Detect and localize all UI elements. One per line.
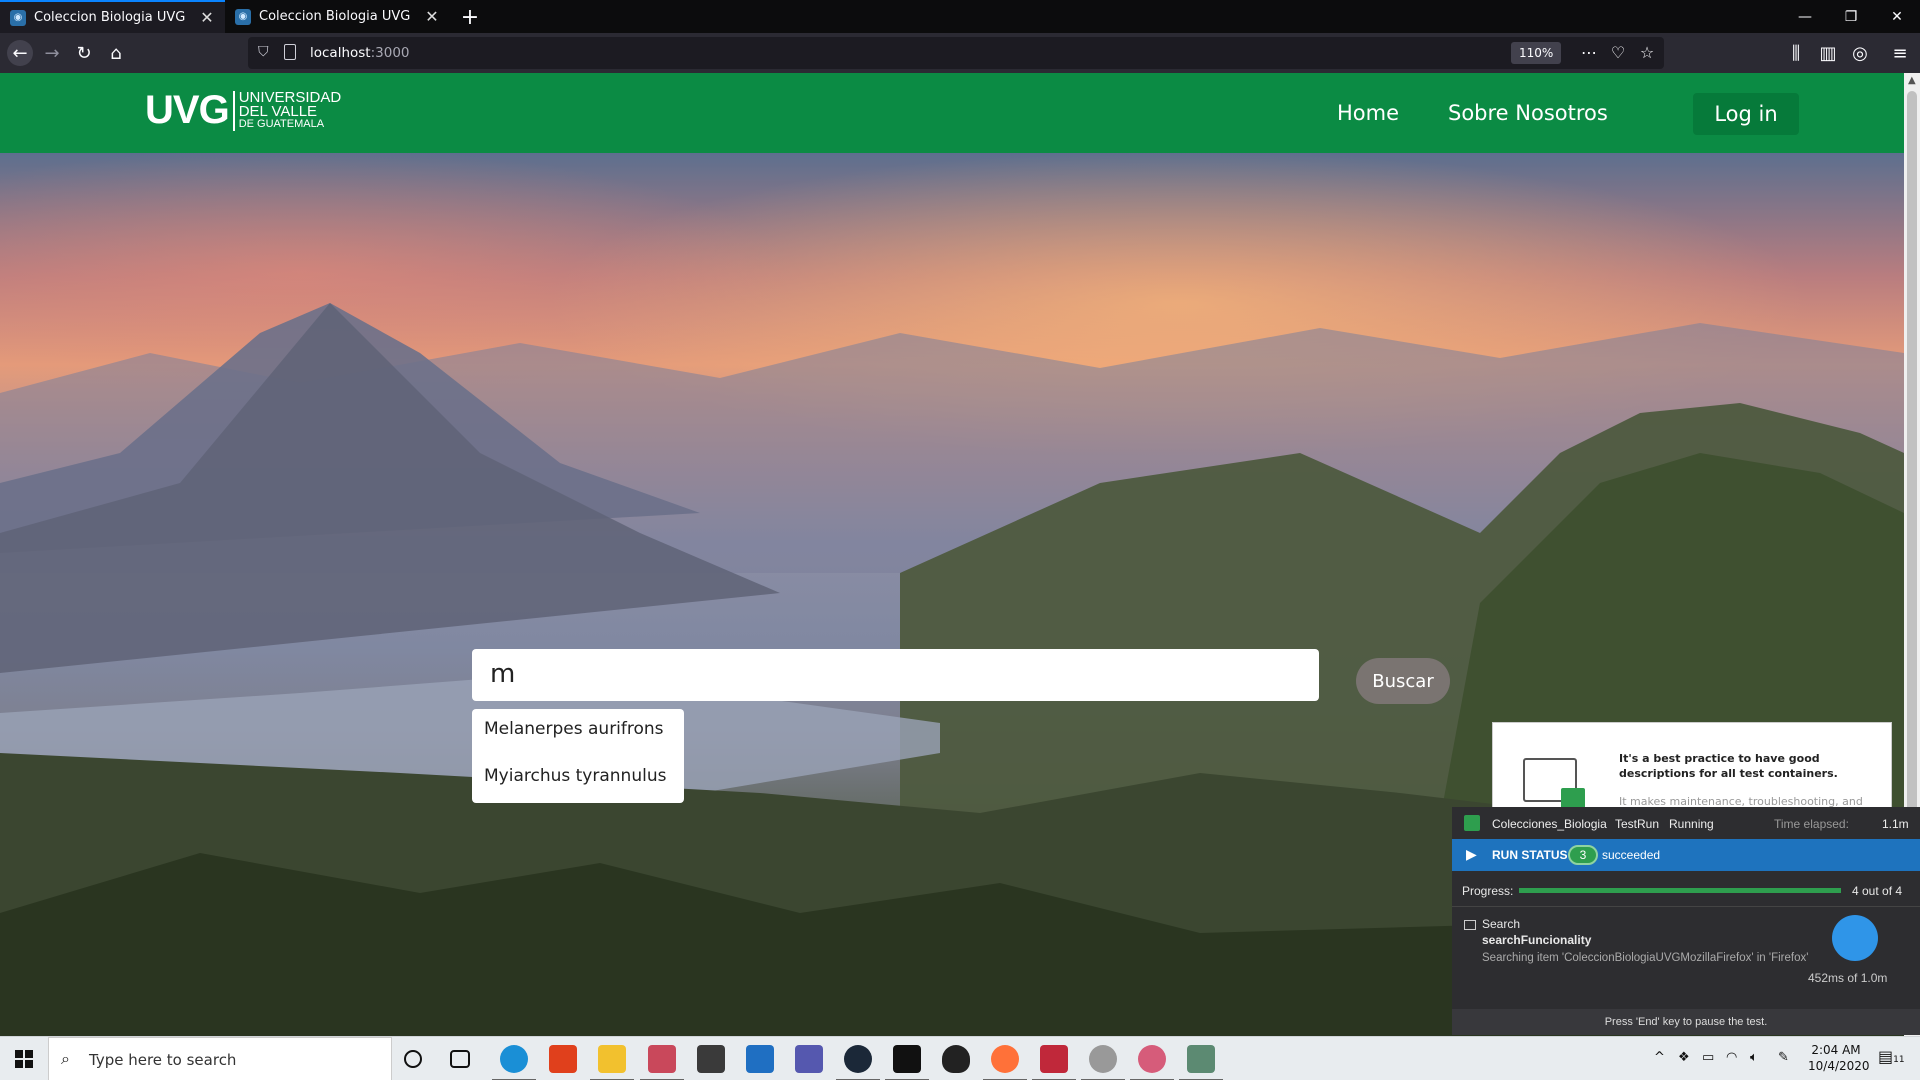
autocomplete-dropdown: Melanerpes aurifrons Myiarchus tyrannulu… (472, 709, 684, 803)
scroll-up-icon[interactable]: ▲ (1908, 75, 1916, 86)
app-icon[interactable] (640, 1045, 684, 1080)
teams-icon[interactable] (795, 1045, 823, 1073)
chevron-up-icon[interactable]: ^ (1654, 1050, 1665, 1065)
pen-icon[interactable]: ✎ (1778, 1050, 1789, 1065)
dropbox-icon[interactable]: ❖ (1678, 1050, 1690, 1065)
reload-icon[interactable]: ↻ (71, 40, 97, 66)
browser-tab-1[interactable]: ◉ Coleccion Biologia UVG ✕ (0, 0, 225, 33)
test-description: Searching item 'ColeccionBiologiaUVGMozi… (1482, 952, 1809, 964)
restore-icon[interactable]: ❐ (1828, 0, 1874, 33)
page-icon (284, 44, 296, 60)
run-status-label: RUN STATUS (1492, 848, 1568, 862)
time-elapsed-label: Time elapsed: (1774, 817, 1849, 831)
shield-icon[interactable]: ⛉ (258, 44, 269, 60)
progress-fill (1519, 888, 1841, 893)
site-favicon-icon: ◉ (235, 8, 251, 25)
battery-icon[interactable]: ▭ (1702, 1050, 1714, 1065)
progress-bar (1519, 888, 1841, 893)
library-icon[interactable]: ⫼ (1783, 40, 1809, 66)
back-icon[interactable]: ← (7, 40, 33, 66)
zoom-level-badge[interactable]: 110% (1511, 42, 1562, 64)
tab-title: Coleccion Biologia UVG (259, 9, 411, 24)
close-icon[interactable]: ✕ (424, 7, 440, 26)
succeeded-label: succeeded (1602, 848, 1661, 862)
suggestion-item[interactable]: Myiarchus tyrannulus (484, 766, 666, 786)
test-runner-panel: Colecciones_Biologia TestRun Running Tim… (1452, 807, 1920, 1035)
edge-icon[interactable] (492, 1045, 536, 1080)
alienware-icon[interactable] (942, 1045, 970, 1073)
uvg-logo[interactable]: UVG UNIVERSIDAD DEL VALLE DE GUATEMALA (145, 88, 341, 133)
forward-icon[interactable]: → (39, 40, 65, 66)
run-type: TestRun (1615, 817, 1660, 831)
new-tab-icon[interactable]: + (456, 3, 484, 31)
progress-value: 4 out of 4 (1852, 884, 1903, 898)
minimize-icon[interactable]: — (1782, 0, 1828, 33)
site-favicon-icon: ◉ (10, 9, 26, 26)
page-actions-icon[interactable]: ⋯ (1578, 43, 1600, 62)
run-state: Running (1669, 817, 1714, 831)
file-explorer-icon[interactable] (590, 1045, 634, 1080)
taskbar-search-box[interactable]: ⌕ Type here to search (48, 1037, 392, 1080)
tab-title: Coleccion Biologia UVG (34, 10, 186, 25)
window-close-icon[interactable]: ✕ (1874, 0, 1920, 33)
xampp-icon[interactable] (1032, 1045, 1076, 1080)
suite-icon (1464, 920, 1476, 930)
office-icon[interactable] (549, 1045, 577, 1073)
test-duration: 452ms of 1.0m (1808, 971, 1888, 985)
nav-about-link[interactable]: Sobre Nosotros (1448, 101, 1608, 125)
task-view-icon[interactable] (450, 1050, 470, 1068)
runner-footer-hint: Press 'End' key to pause the test. (1452, 1009, 1920, 1035)
login-button[interactable]: Log in (1693, 93, 1799, 135)
url-text[interactable]: localhost:3000 (310, 45, 410, 61)
search-icon: ⌕ (61, 1049, 70, 1068)
home-icon[interactable]: ⌂ (103, 40, 129, 66)
search-button[interactable]: Buscar (1356, 658, 1450, 704)
duration-pie-icon (1832, 915, 1878, 961)
steam-icon[interactable] (836, 1045, 880, 1080)
system-clock[interactable]: 2:04 AM 10/4/2020 (1808, 1042, 1870, 1074)
bookmark-star-icon[interactable]: ☆ (1636, 43, 1658, 62)
account-icon[interactable]: ◎ (1847, 40, 1873, 66)
terminal-icon[interactable] (885, 1045, 929, 1080)
address-bar[interactable]: ⛉ localhost:3000 110% ⋯ ♡ ☆ (248, 37, 1664, 69)
taskbar-search-placeholder: Type here to search (89, 1051, 237, 1069)
mail-icon[interactable] (746, 1045, 774, 1073)
windows-taskbar: ⌕ Type here to search ^ ❖ ▭ ◠ 🔈︎ ✎ 2:04 … (0, 1036, 1920, 1080)
ranorex-logo-icon (1464, 815, 1480, 831)
suite-name: Search (1482, 917, 1521, 931)
play-icon[interactable]: ▶ (1466, 846, 1477, 863)
succeeded-count-badge: 3 (1568, 845, 1598, 865)
volume-icon[interactable]: 🔈︎ (1750, 1050, 1758, 1065)
best-practice-tip: It's a best practice to have good descri… (1492, 722, 1892, 812)
test-name: searchFuncionality (1482, 933, 1592, 947)
nav-home-link[interactable]: Home (1337, 101, 1399, 125)
search-input-value: m (490, 659, 516, 689)
close-icon[interactable]: ✕ (199, 8, 215, 27)
project-name: Colecciones_Biologia (1492, 817, 1607, 831)
start-button[interactable] (0, 1037, 48, 1080)
browser-toolbar: ← → ↻ ⌂ ⛉ localhost:3000 110% ⋯ ♡ ☆ ⫼ ▥ … (0, 33, 1920, 73)
app-icon[interactable] (1081, 1045, 1125, 1080)
tip-title: It's a best practice to have good descri… (1619, 752, 1838, 780)
windows-logo-icon (15, 1050, 33, 1068)
ranorex-studio-icon[interactable] (1130, 1045, 1174, 1080)
progress-label: Progress: (1462, 884, 1514, 898)
site-header: UVG UNIVERSIDAD DEL VALLE DE GUATEMALA H… (0, 73, 1904, 153)
cortana-icon[interactable] (404, 1050, 422, 1068)
store-icon[interactable] (697, 1045, 725, 1073)
run-status-bar: ▶ RUN STATUS 3 succeeded (1452, 839, 1920, 871)
time-elapsed-value: 1.1m (1882, 817, 1909, 831)
app-window-icon[interactable] (1179, 1045, 1223, 1080)
suggestion-item[interactable]: Melanerpes aurifrons (484, 719, 664, 739)
browser-tab-strip: ◉ Coleccion Biologia UVG ✕ ◉ Coleccion B… (0, 0, 1920, 33)
wifi-icon[interactable]: ◠ (1726, 1050, 1737, 1065)
pocket-icon[interactable]: ♡ (1607, 43, 1629, 62)
browser-tab-2[interactable]: ◉ Coleccion Biologia UVG ✕ (225, 0, 450, 33)
search-input[interactable]: m (472, 649, 1319, 701)
sidebar-icon[interactable]: ▥ (1815, 40, 1841, 66)
menu-icon[interactable]: ≡ (1887, 40, 1913, 66)
test-container-icon (1523, 758, 1585, 810)
notification-center-icon[interactable]: ▤11 (1878, 1047, 1905, 1069)
firefox-icon[interactable] (983, 1045, 1027, 1080)
